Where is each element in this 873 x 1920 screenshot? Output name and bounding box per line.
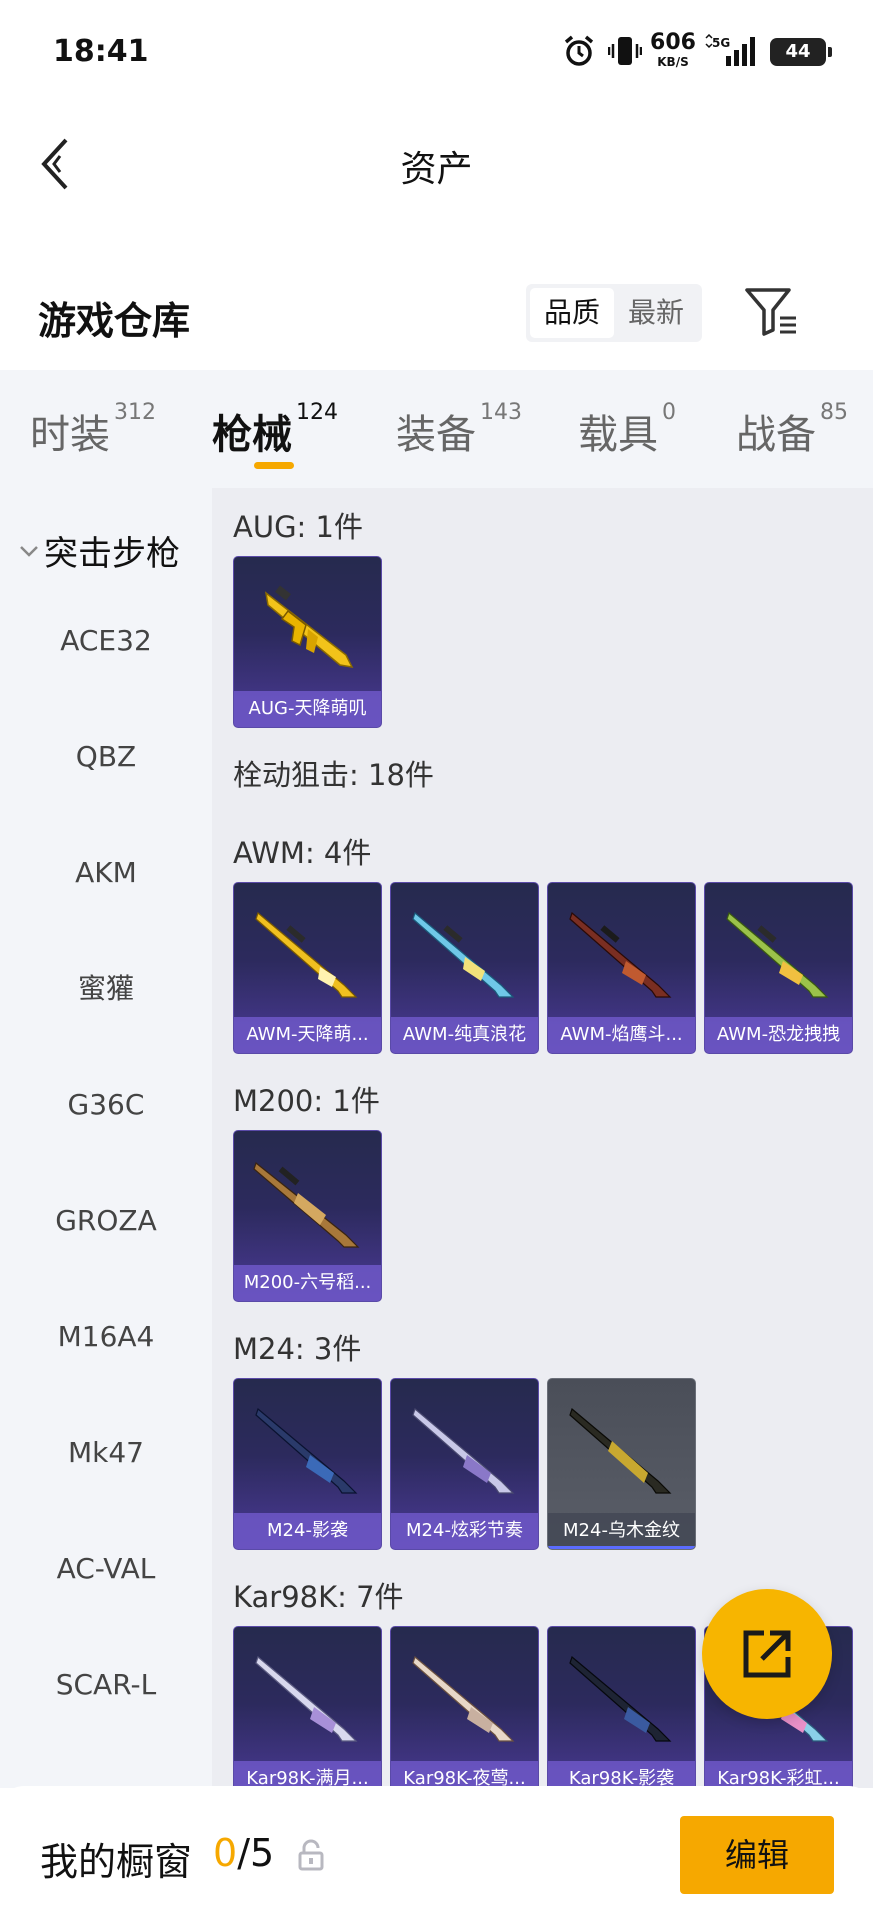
weapon-card-label: M200-六号稻... [234, 1265, 381, 1301]
aug-skin-image [264, 585, 354, 668]
sidebar-item-ac-val[interactable]: AC-VAL [0, 1544, 212, 1594]
weapon-category-sidebar: 突击步枪 ACE32 QBZ AKM 蜜獾 G36C GROZA M16A4 M… [0, 488, 212, 1788]
weapon-card[interactable]: AWM-恐龙拽拽 [704, 882, 853, 1054]
awm-skin-image [412, 911, 515, 998]
sort-newest-option[interactable]: 最新 [614, 288, 698, 338]
status-bar: 18:41 606 KB/S 5G 44 [0, 0, 873, 104]
m200-skin-image [253, 1161, 360, 1248]
sidebar-item-akm[interactable]: AKM [0, 848, 212, 898]
awm-skin-image [726, 911, 829, 998]
sort-toggle: 品质 最新 [526, 284, 702, 342]
tab-supplies[interactable]: 战备 85 [736, 400, 848, 462]
group-header-bolt-action: 栓动狙击: 18件 [233, 758, 434, 792]
sidebar-item-groza[interactable]: GROZA [0, 1196, 212, 1246]
battery-indicator: 44 [770, 38, 832, 66]
kar98k-skin-image [412, 1655, 515, 1742]
edit-button[interactable]: 编辑 [680, 1816, 834, 1894]
weapon-card-label: Kar98K-满月... [234, 1761, 381, 1788]
weapon-card-label: AWM-恐龙拽拽 [705, 1017, 852, 1053]
weapon-card[interactable]: AUG-天降萌叽 [233, 556, 382, 728]
tab-outfits[interactable]: 时装 312 [30, 400, 156, 462]
sidebar-item-g36c[interactable]: G36C [0, 1080, 212, 1130]
group-header-awm: AWM: 4件 [233, 836, 372, 870]
weapon-card[interactable]: Kar98K-夜莺... [390, 1626, 539, 1788]
awm-skin-image [255, 911, 358, 998]
weapon-card-label: AUG-天降萌叽 [234, 691, 381, 727]
weapon-card-label: Kar98K-影袭 [548, 1761, 695, 1788]
lock-icon [298, 1839, 324, 1871]
share-fab-button[interactable] [702, 1589, 832, 1719]
kar98k-skin-image [569, 1655, 672, 1742]
weapon-card[interactable]: M24-炫彩节奏 [390, 1378, 539, 1550]
weapon-card-label: Kar98K-夜莺... [391, 1761, 538, 1788]
sidebar-item-m16a4[interactable]: M16A4 [0, 1312, 212, 1362]
weapon-card[interactable]: M24-乌木金纹 [547, 1378, 696, 1550]
weapon-card-label: AWM-纯真浪花 [391, 1017, 538, 1053]
m24-skin-image [412, 1407, 515, 1494]
filter-icon[interactable] [744, 286, 800, 336]
net-speed: 606 KB/S [650, 30, 696, 69]
signal-5g-icon: 5G [705, 34, 755, 66]
alarm-icon [564, 35, 594, 66]
weapon-card-label: M24-影袭 [234, 1513, 381, 1549]
sidebar-item-scar-l[interactable]: SCAR-L [0, 1660, 212, 1710]
sort-quality-option[interactable]: 品质 [530, 288, 614, 338]
sidebar-group-label: 突击步枪 [44, 534, 180, 574]
group-header-m200: M200: 1件 [233, 1084, 380, 1118]
share-external-icon [743, 1630, 791, 1678]
group-header-aug: AUG: 1件 [233, 510, 363, 544]
group-header-kar98k: Kar98K: 7件 [233, 1580, 404, 1614]
group-header-m24: M24: 3件 [233, 1332, 362, 1366]
sidebar-item-ace32[interactable]: ACE32 [0, 616, 212, 666]
weapon-card-label: M24-乌木金纹 [548, 1513, 695, 1549]
status-time: 18:41 [53, 34, 149, 69]
chevron-down-icon [20, 545, 38, 557]
weapon-card[interactable]: AWM-纯真浪花 [390, 882, 539, 1054]
section-header: 游戏仓库 品质 最新 [0, 224, 873, 370]
section-title: 游戏仓库 [38, 299, 191, 343]
tab-equipment[interactable]: 装备 143 [396, 400, 522, 462]
kar98k-skin-image [255, 1655, 358, 1742]
sidebar-item-mk47[interactable]: Mk47 [0, 1428, 212, 1478]
weapon-card-label: AWM-焰鹰斗... [548, 1017, 695, 1053]
active-tab-indicator [254, 462, 294, 469]
nav-bar: 资产 [0, 104, 873, 224]
weapon-card[interactable]: AWM-焰鹰斗... [547, 882, 696, 1054]
vibrate-icon [608, 37, 642, 65]
m24-skin-image [255, 1407, 358, 1494]
tab-vehicles[interactable]: 载具 0 [578, 400, 676, 462]
showcase-label: 我的橱窗 [40, 1840, 193, 1884]
showcase-bar: 我的橱窗 0/5 编辑 [0, 1786, 873, 1920]
weapon-card[interactable]: Kar98K-满月... [233, 1626, 382, 1788]
weapon-card-label: AWM-天降萌... [234, 1017, 381, 1053]
category-tabs: 时装 312 枪械 124 装备 143 载具 0 战备 85 [0, 370, 873, 488]
awm-skin-image [569, 911, 672, 998]
weapon-card[interactable]: M24-影袭 [233, 1378, 382, 1550]
sidebar-item-honey-badger[interactable]: 蜜獾 [0, 964, 212, 1014]
weapon-card-label: Kar98K-彩虹... [705, 1761, 852, 1788]
weapon-card-label: M24-炫彩节奏 [391, 1513, 538, 1549]
sidebar-group-assault-rifles[interactable]: 突击步枪 [16, 526, 180, 576]
svg-text:5G: 5G [712, 36, 730, 50]
tab-firearms[interactable]: 枪械 124 [212, 400, 338, 462]
m24-skin-image [569, 1407, 672, 1494]
showcase-count: 0/5 [213, 1831, 275, 1875]
weapon-card[interactable]: AWM-天降萌... [233, 882, 382, 1054]
weapon-card[interactable]: Kar98K-影袭 [547, 1626, 696, 1788]
weapon-card[interactable]: M200-六号稻... [233, 1130, 382, 1302]
sidebar-item-qbz[interactable]: QBZ [0, 732, 212, 782]
page-title: 资产 [400, 149, 473, 190]
